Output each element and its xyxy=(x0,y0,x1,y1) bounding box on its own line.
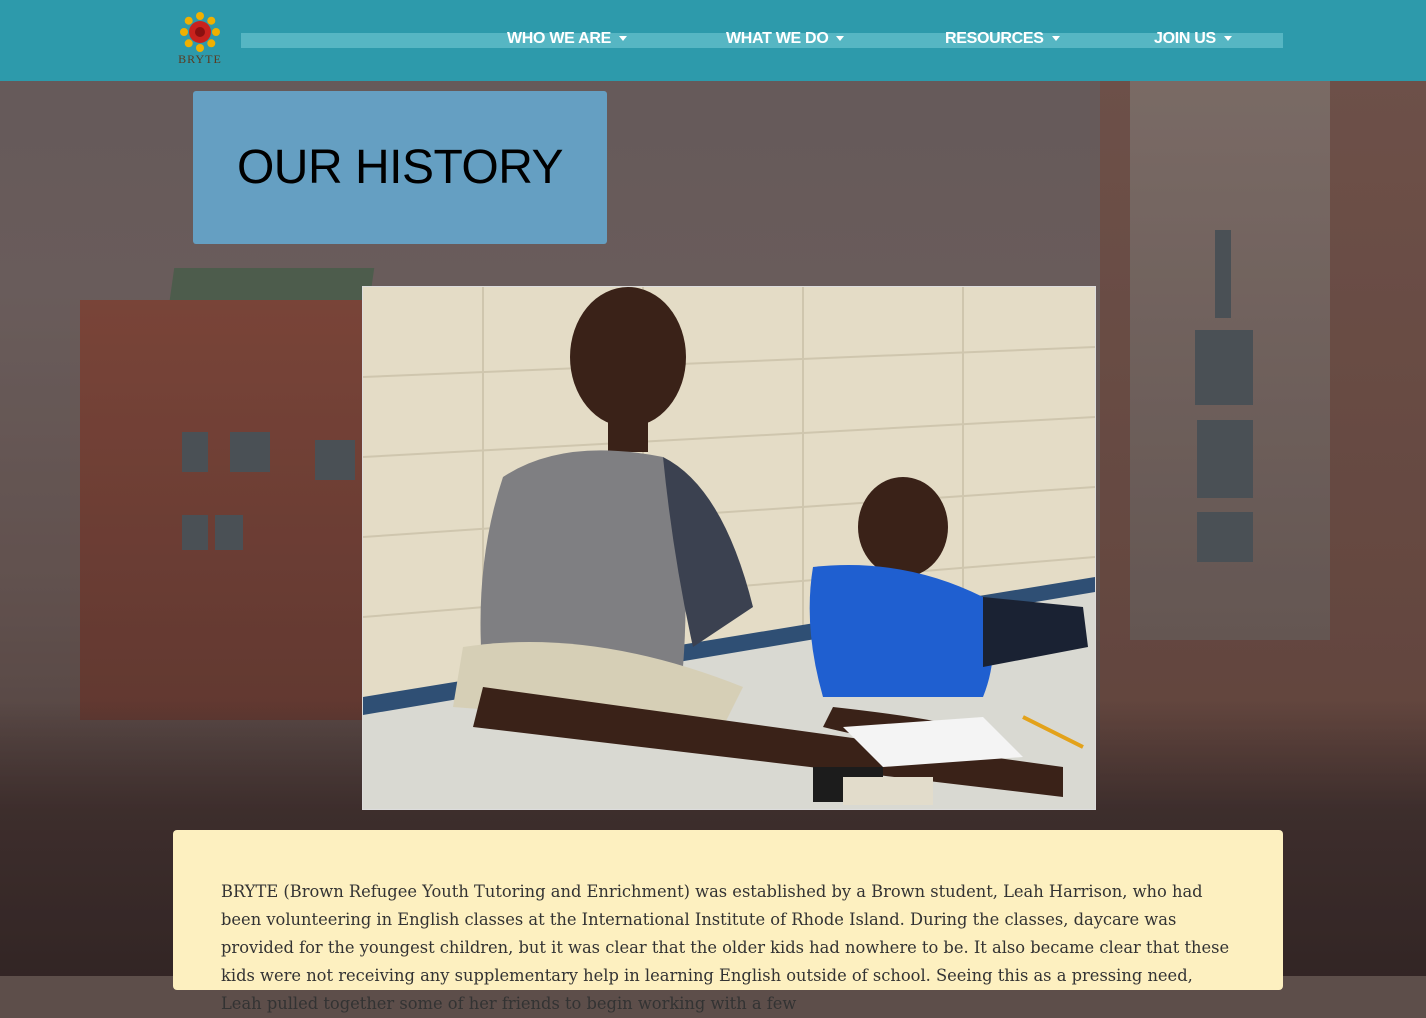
tutoring-illustration xyxy=(363,287,1095,809)
nav-who-we-are[interactable]: WHO WE ARE xyxy=(507,30,627,52)
nav-label: JOIN US xyxy=(1154,30,1216,47)
nav-label: WHAT WE DO xyxy=(726,30,829,47)
bryte-logo[interactable]: BRYTE xyxy=(172,12,228,74)
nav-resources[interactable]: RESOURCES xyxy=(945,30,1060,52)
sunflower-icon xyxy=(180,12,220,52)
nav-label: WHO WE ARE xyxy=(507,30,611,47)
tutoring-photo xyxy=(362,286,1096,810)
chevron-down-icon xyxy=(618,36,627,42)
history-card: BRYTE (Brown Refugee Youth Tutoring and … xyxy=(173,830,1283,1013)
top-navbar: BRYTE WHO WE ARE WHAT WE DO RESOURCES JO… xyxy=(0,0,1426,81)
chevron-down-icon xyxy=(836,36,845,42)
logo-wordmark: BRYTE xyxy=(178,52,222,66)
nav-label: RESOURCES xyxy=(945,30,1044,47)
history-paragraph: BRYTE (Brown Refugee Youth Tutoring and … xyxy=(221,882,1230,1013)
chevron-down-icon xyxy=(1051,36,1060,42)
page-title: OUR HISTORY xyxy=(236,141,564,194)
page-title-box: OUR HISTORY xyxy=(193,91,607,244)
chevron-down-icon xyxy=(1223,36,1232,42)
nav-join-us[interactable]: JOIN US xyxy=(1154,30,1232,52)
nav-what-we-do[interactable]: WHAT WE DO xyxy=(726,30,845,52)
